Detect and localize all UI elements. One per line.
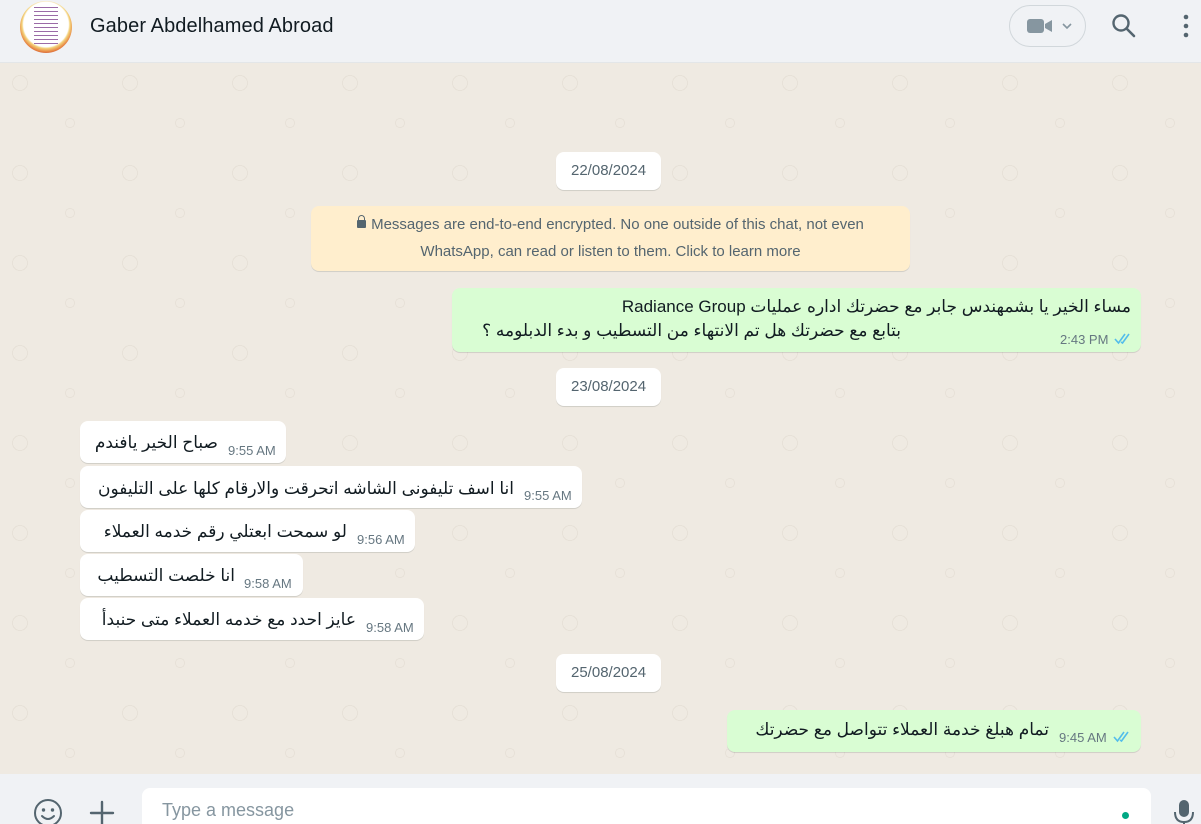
message-time: 9:55 AM xyxy=(228,443,276,458)
message-text: انا اسف تليفونى الشاشه اتحرقت والارقام ك… xyxy=(98,479,514,498)
message-time: 9:56 AM xyxy=(357,532,405,547)
encryption-notice[interactable]: Messages are end-to-end encrypted. No on… xyxy=(311,206,910,271)
message-text: صباح الخير يافندم xyxy=(94,433,218,452)
message-time: 9:58 AM xyxy=(244,576,292,591)
incoming-message[interactable]: انا اسف تليفونى الشاشه اتحرقت والارقام ك… xyxy=(80,466,582,508)
encryption-notice-line: WhatsApp, can read or listen to them. Cl… xyxy=(420,243,801,260)
incoming-message[interactable]: انا خلصت التسطيب 9:58 AM xyxy=(80,554,303,596)
read-receipt-icon xyxy=(1114,333,1130,345)
message-text: انا خلصت التسطيب xyxy=(97,566,235,585)
message-text: مساء الخير يا بشمهندس جابر مع حضرتك ادار… xyxy=(621,297,1131,316)
message-time: 9:45 AM xyxy=(1059,730,1107,745)
message-text: تمام هبلغ خدمة العملاء تتواصل مع حضرتك xyxy=(755,720,1049,739)
message-text: عايز احدد مع خدمه العملاء متى حنبدأ xyxy=(101,610,356,629)
message-input-box[interactable] xyxy=(142,788,1151,824)
contact-name[interactable]: Gaber Abdelhamed Abroad xyxy=(90,15,334,38)
date-divider: 25/08/2024 xyxy=(556,654,662,692)
emoji-icon[interactable] xyxy=(33,798,63,824)
contact-avatar[interactable] xyxy=(20,1,72,53)
message-time: 9:55 AM xyxy=(524,488,572,503)
date-divider: 22/08/2024 xyxy=(556,152,662,190)
message-time: 2:43 PM xyxy=(1060,332,1109,347)
message-text: بتابع مع حضرتك هل تم الانتهاء من التسطيب… xyxy=(482,321,901,340)
chat-header: Gaber Abdelhamed Abroad xyxy=(0,0,1201,63)
incoming-message[interactable]: عايز احدد مع خدمه العملاء متى حنبدأ 9:58… xyxy=(80,598,424,640)
date-divider: 23/08/2024 xyxy=(556,368,662,406)
video-call-icon xyxy=(1027,19,1052,33)
plus-icon[interactable] xyxy=(89,800,115,824)
menu-icon[interactable] xyxy=(1174,12,1198,40)
chat-area[interactable]: 22/08/2024 Messages are end-to-end encry… xyxy=(0,63,1201,774)
outgoing-message[interactable]: مساء الخير يا بشمهندس جابر مع حضرتك ادار… xyxy=(452,288,1141,352)
status-dot xyxy=(1122,812,1129,819)
message-text: لو سمحت ابعتلي رقم خدمه العملاء xyxy=(103,522,347,541)
microphone-icon[interactable] xyxy=(1172,798,1196,824)
message-composer xyxy=(0,774,1201,824)
avatar-image xyxy=(34,7,58,47)
outgoing-message[interactable]: تمام هبلغ خدمة العملاء تتواصل مع حضرتك 9… xyxy=(727,710,1141,752)
incoming-message[interactable]: صباح الخير يافندم 9:55 AM xyxy=(80,421,286,463)
read-receipt-icon xyxy=(1113,731,1129,743)
chevron-down-icon xyxy=(1062,23,1072,30)
incoming-message[interactable]: لو سمحت ابعتلي رقم خدمه العملاء 9:56 AM xyxy=(80,510,415,552)
encryption-notice-line: Messages are end-to-end encrypted. No on… xyxy=(311,211,910,238)
video-call-button[interactable] xyxy=(1009,5,1086,47)
search-icon[interactable] xyxy=(1110,12,1138,40)
lock-icon xyxy=(357,215,367,228)
message-time: 9:58 AM xyxy=(366,620,414,635)
message-input[interactable] xyxy=(162,800,1102,821)
